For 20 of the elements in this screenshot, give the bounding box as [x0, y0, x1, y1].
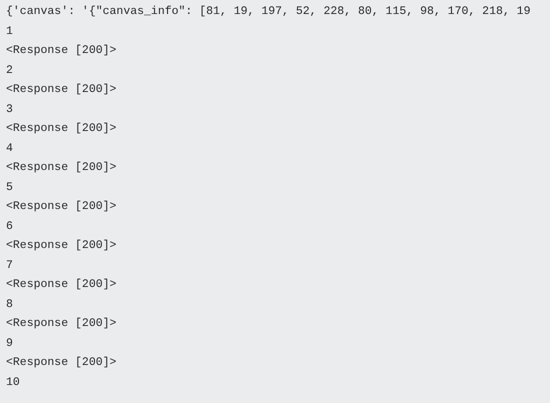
console-output-line: 2 — [6, 62, 13, 78]
console-output-line: 3 — [6, 102, 13, 118]
console-output-line: <Response [200]> — [6, 277, 116, 293]
console-output-line: {'canvas': '{"canvas_info": [81, 19, 197, 52, 228, 80, 115, 98, 170, 218, 19 — [6, 4, 530, 20]
console-output-line: <Response [200]> — [6, 199, 116, 215]
console-output-line: <Response [200]> — [6, 160, 116, 176]
console-output-line: 5 — [6, 180, 13, 196]
console-output-line: <Response [200]> — [6, 316, 116, 332]
console-output-line: 7 — [6, 258, 13, 274]
console-output-line: <Response [200]> — [6, 121, 116, 137]
console-output-line: <Response [200]> — [6, 43, 116, 59]
console-output-line: 8 — [6, 296, 13, 312]
console-output-line: 1 — [6, 24, 13, 40]
console-output-line: 4 — [6, 140, 13, 156]
console-output-line: <Response [200]> — [6, 238, 116, 254]
console-output-line: 10 — [6, 374, 20, 390]
console-output-line: <Response [200]> — [6, 355, 116, 371]
console-output-line: <Response [200]> — [6, 82, 116, 98]
console-output-line: 6 — [6, 218, 13, 234]
console-output-line: 9 — [6, 336, 13, 352]
